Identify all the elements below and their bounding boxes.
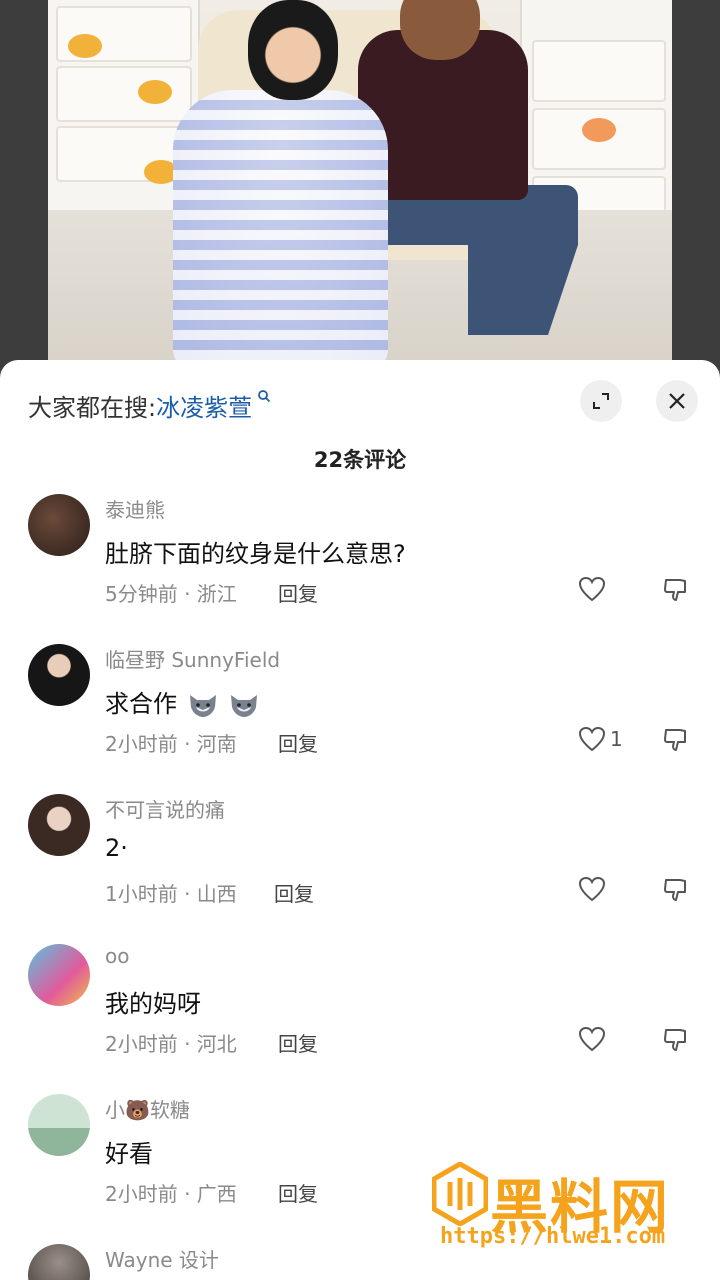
like-button[interactable]: [578, 1026, 610, 1052]
thumbs-down-icon: [664, 729, 686, 751]
reply-button[interactable]: 回复: [278, 578, 318, 607]
comment-username[interactable]: 临昼野 SunnyField: [105, 644, 280, 673]
avatar[interactable]: [28, 1244, 90, 1280]
comment-item: 临昼野 SunnyField 求合作 2小时前 · 河南 回复 1: [0, 640, 720, 790]
heart-icon: [578, 576, 606, 602]
heart-icon: [578, 1026, 606, 1052]
comment-text: 求合作: [105, 684, 260, 719]
comment-meta: 2小时前 · 广西: [105, 1182, 237, 1206]
like-button[interactable]: [578, 576, 610, 602]
watermark: 黑料网 https://hlwe1.com: [432, 1160, 702, 1260]
dislike-button[interactable]: [662, 576, 690, 608]
heart-icon: [578, 726, 606, 752]
comment-item: oo 我的妈呀 2小时前 · 河北 回复: [0, 940, 720, 1090]
reply-button[interactable]: 回复: [278, 728, 318, 757]
comment-item: 泰迪熊 肚脐下面的纹身是什么意思? 5分钟前 · 浙江 回复: [0, 490, 720, 640]
thumbs-down-icon: [664, 879, 686, 901]
comment-meta: 2小时前 · 河南: [105, 732, 237, 756]
comment-username[interactable]: 小🐻软糖: [105, 1094, 190, 1123]
close-icon: [669, 393, 685, 409]
comment-username[interactable]: 不可言说的痛: [105, 794, 225, 823]
person-girl-dress: [173, 90, 388, 370]
avatar[interactable]: [28, 644, 90, 706]
like-button[interactable]: 1: [578, 726, 623, 752]
comment-username[interactable]: Wayne 设计: [105, 1244, 219, 1273]
wolf-emoji-icon: [189, 695, 216, 717]
comment-item: 不可言说的痛 2· 1小时前 · 山西 回复: [0, 790, 720, 940]
search-suggestion-query[interactable]: 冰凌紫萱: [156, 390, 271, 422]
dislike-button[interactable]: [662, 1026, 690, 1058]
video-frame[interactable]: [0, 0, 720, 370]
expand-button[interactable]: [580, 380, 622, 422]
comment-meta: 5分钟前 · 浙江: [105, 582, 237, 606]
comment-text: 好看: [105, 1140, 153, 1168]
search-suggestion[interactable]: 大家都在搜:冰凌紫萱: [28, 388, 271, 423]
avatar[interactable]: [28, 494, 90, 556]
comment-sheet: 大家都在搜:冰凌紫萱 22条评论 泰迪熊 肚脐下面的纹身是什么意思? 5分钟前 …: [0, 360, 720, 1280]
comment-text: 肚脐下面的纹身是什么意思?: [105, 540, 406, 568]
avatar[interactable]: [28, 944, 90, 1006]
avatar[interactable]: [28, 794, 90, 856]
watermark-url: https://hlwe1.com: [440, 1224, 666, 1249]
reply-button[interactable]: 回复: [278, 1028, 318, 1057]
wolf-emoji-icon: [231, 695, 258, 717]
comment-count: 22条评论: [313, 448, 407, 472]
dislike-button[interactable]: [662, 876, 690, 908]
thumbs-down-icon: [664, 1029, 686, 1051]
comment-text: 2·: [105, 834, 128, 862]
like-button[interactable]: [578, 876, 610, 902]
heart-icon: [578, 876, 606, 902]
reply-button[interactable]: 回复: [278, 1178, 318, 1207]
search-icon: [252, 388, 271, 407]
search-suggestion-prefix: 大家都在搜:: [28, 394, 157, 422]
close-button[interactable]: [656, 380, 698, 422]
comment-meta: 1小时前 · 山西: [105, 882, 237, 906]
comment-username[interactable]: 泰迪熊: [105, 494, 165, 523]
comment-username[interactable]: oo: [105, 944, 129, 968]
avatar[interactable]: [28, 1094, 90, 1156]
photo: [48, 0, 672, 370]
comment-text: 我的妈呀: [105, 990, 201, 1018]
watermark-logo-icon: [432, 1162, 488, 1226]
comment-meta: 2小时前 · 河北: [105, 1032, 237, 1056]
like-count: 1: [610, 727, 623, 751]
reply-button[interactable]: 回复: [274, 878, 314, 907]
thumbs-down-icon: [664, 579, 686, 601]
dislike-button[interactable]: [662, 726, 690, 758]
person-girl-head: [248, 0, 338, 100]
expand-icon: [593, 393, 609, 409]
